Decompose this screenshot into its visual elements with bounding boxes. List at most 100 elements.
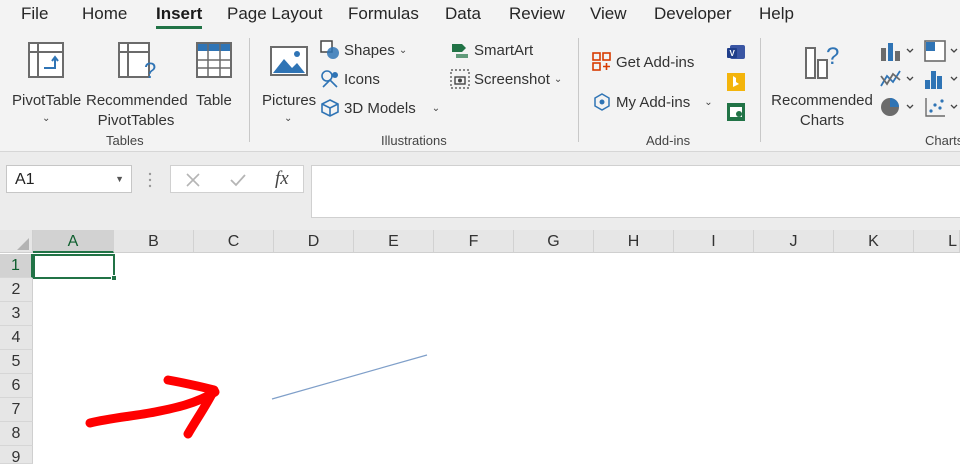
ribbon-insert: PivotTable ⌄ ? Recommended PivotTables T…	[0, 30, 960, 152]
3d-models-button[interactable]: 3D Models ⌄	[320, 97, 440, 119]
tab-view[interactable]: View	[590, 4, 627, 24]
pictures-icon	[270, 46, 308, 76]
tab-developer[interactable]: Developer	[654, 4, 732, 24]
tab-help[interactable]: Help	[759, 4, 794, 24]
chevron-down-icon: ⌄	[553, 73, 563, 85]
tab-review[interactable]: Review	[509, 4, 565, 24]
select-all-button[interactable]	[0, 230, 33, 253]
column-header[interactable]: C	[194, 230, 274, 253]
statistic-chart-icon	[925, 71, 958, 89]
group-label-charts: Charts	[925, 133, 960, 148]
connector-line[interactable]	[271, 354, 428, 400]
row-header[interactable]: 2	[0, 278, 33, 302]
column-header[interactable]: E	[354, 230, 434, 253]
row-header[interactable]: 7	[0, 398, 33, 422]
tab-data[interactable]: Data	[445, 4, 481, 24]
bing-maps-icon[interactable]	[726, 72, 746, 92]
shapes-icon	[320, 40, 340, 60]
spreadsheet-grid: A B C D E F G H I J K L 1 2 3 4 5 6 7 8 …	[0, 230, 960, 464]
line-chart-button[interactable]	[880, 68, 916, 90]
column-chart-button[interactable]	[880, 40, 916, 62]
shapes-button[interactable]: Shapes ⌄	[320, 39, 407, 61]
column-chart-icon	[881, 43, 914, 61]
tab-file[interactable]: File	[21, 4, 48, 24]
table-label: Table	[196, 92, 232, 109]
add-ins-store-icon	[592, 52, 612, 72]
tab-formulas[interactable]: Formulas	[348, 4, 419, 24]
column-header[interactable]: G	[514, 230, 594, 253]
recommended-pivottables-icon: ?	[118, 42, 158, 80]
red-arrow-annotation	[85, 375, 220, 439]
table-button[interactable]: Table	[192, 38, 238, 128]
row-header[interactable]: 6	[0, 374, 33, 398]
recommended-pivottables-label-line2: PivotTables	[97, 112, 175, 129]
pictures-label: Pictures	[262, 92, 317, 109]
tab-home[interactable]: Home	[82, 4, 127, 24]
smartart-button[interactable]: SmartArt	[450, 39, 533, 61]
cube-icon	[320, 98, 340, 118]
pivottable-button[interactable]: PivotTable ⌄	[8, 38, 84, 128]
pictures-button[interactable]: Pictures ⌄	[260, 38, 318, 128]
column-header[interactable]: J	[754, 230, 834, 253]
screenshot-icon	[450, 69, 470, 89]
screenshot-label: Screenshot	[474, 70, 550, 88]
row-header[interactable]: 1	[0, 254, 33, 278]
smartart-label: SmartArt	[474, 41, 534, 59]
row-header[interactable]: 3	[0, 302, 33, 326]
column-header[interactable]: K	[834, 230, 914, 253]
resize-handle-icon[interactable]	[148, 172, 152, 188]
chevron-down-icon: ⌄	[704, 96, 713, 108]
get-add-ins-label: Get Add-ins	[616, 53, 695, 71]
column-header[interactable]: D	[274, 230, 354, 253]
tab-page-layout[interactable]: Page Layout	[227, 4, 322, 24]
fill-handle[interactable]	[111, 275, 117, 281]
column-header[interactable]: A	[33, 230, 114, 253]
get-add-ins-button[interactable]: Get Add-ins	[592, 51, 694, 73]
chevron-down-icon[interactable]: ▼	[115, 174, 124, 184]
people-graph-icon[interactable]	[726, 102, 746, 122]
tab-insert[interactable]: Insert	[156, 4, 203, 29]
smartart-icon	[450, 40, 470, 60]
hierarchy-chart-button[interactable]	[924, 40, 960, 62]
my-add-ins-icon	[592, 92, 612, 112]
chevron-down-icon: ⌄	[284, 113, 293, 124]
column-header[interactable]: L	[914, 230, 960, 253]
row-header[interactable]: 5	[0, 350, 33, 374]
insert-function-button[interactable]: fx	[275, 168, 289, 190]
row-header[interactable]: 9	[0, 446, 33, 464]
active-cell[interactable]	[33, 254, 117, 281]
recommended-charts-button[interactable]: ? Recommended Charts	[770, 38, 874, 129]
scatter-chart-icon	[925, 98, 958, 117]
recommended-charts-icon: ?	[804, 40, 844, 82]
recommended-charts-label-line2: Charts	[799, 112, 845, 129]
group-label-tables: Tables	[106, 133, 144, 148]
row-header[interactable]: 4	[0, 326, 33, 350]
name-box-value: A1	[15, 171, 35, 188]
column-header[interactable]: H	[594, 230, 674, 253]
hierarchy-chart-icon	[924, 40, 958, 62]
statistic-chart-button[interactable]	[924, 68, 960, 90]
line-chart-icon	[880, 70, 914, 87]
select-all-triangle-icon	[17, 238, 29, 250]
3d-models-label: 3D Models	[344, 99, 416, 117]
formula-input[interactable]	[311, 165, 960, 218]
enter-icon[interactable]	[229, 172, 247, 188]
icons-button[interactable]: Icons	[320, 68, 380, 90]
table-icon	[196, 42, 232, 78]
my-add-ins-button[interactable]: My Add-ins ⌄	[592, 91, 713, 113]
pie-chart-button[interactable]	[880, 96, 916, 118]
column-header[interactable]: I	[674, 230, 754, 253]
screenshot-button[interactable]: Screenshot ⌄	[450, 68, 562, 90]
name-box[interactable]: A1 ▼	[6, 165, 132, 193]
icons-icon	[320, 69, 340, 89]
group-separator	[760, 38, 761, 142]
group-label-add-ins: Add-ins	[646, 133, 691, 148]
column-header[interactable]: B	[114, 230, 194, 253]
svg-text:V: V	[730, 49, 736, 58]
column-header[interactable]: F	[434, 230, 514, 253]
cancel-icon[interactable]	[185, 172, 201, 188]
scatter-chart-button[interactable]	[924, 96, 960, 118]
visio-icon[interactable]: V	[726, 42, 746, 62]
recommended-pivottables-button[interactable]: ? Recommended PivotTables	[86, 38, 188, 129]
row-header[interactable]: 8	[0, 422, 33, 446]
